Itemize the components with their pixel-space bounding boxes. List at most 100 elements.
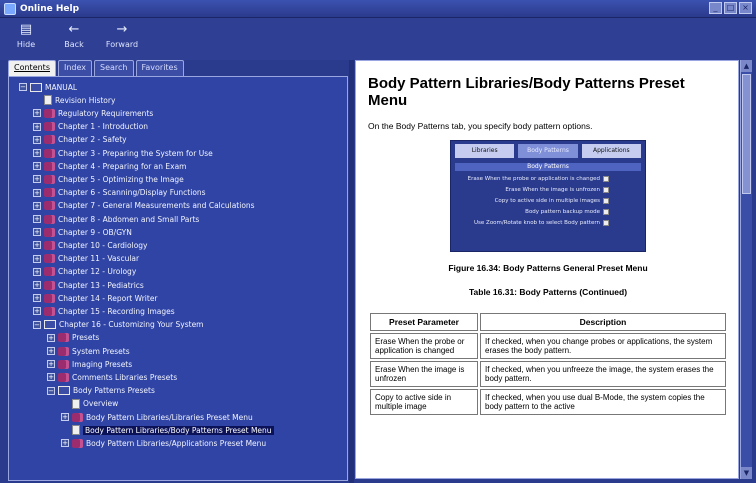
expand-icon[interactable]: + <box>61 439 69 448</box>
book-icon <box>44 280 55 290</box>
expand-icon[interactable]: + <box>33 294 41 303</box>
tree-item[interactable]: + Chapter 4 - Preparing for an Exam <box>33 160 186 172</box>
tab-search[interactable]: Search <box>94 60 134 76</box>
tree-item[interactable]: + Chapter 13 - Pediatrics <box>33 279 144 291</box>
collapse-icon[interactable]: − <box>19 83 27 91</box>
book-icon <box>44 188 55 198</box>
tree-item[interactable]: − Body Patterns Presets <box>47 385 155 397</box>
tree-item[interactable]: + Chapter 2 - Safety <box>33 134 127 146</box>
tree-item[interactable]: + Body Pattern Libraries/Libraries Preset… <box>61 411 253 423</box>
tree-item[interactable]: + Chapter 7 - General Measurements and Ca… <box>33 200 255 212</box>
figure-row: Use Zoom/Rotate knob to select Body patt… <box>451 217 645 228</box>
table-row: Erase When the image is unfrozen If chec… <box>370 361 726 387</box>
expand-icon[interactable]: + <box>33 149 41 157</box>
column-header: Preset Parameter <box>370 313 478 331</box>
tree-item[interactable]: + Chapter 12 - Urology <box>33 266 136 278</box>
expand-icon[interactable]: + <box>33 228 41 237</box>
close-button[interactable]: × <box>739 2 752 14</box>
tree-item[interactable]: + System Presets <box>47 345 130 357</box>
tree-item[interactable]: − Chapter 16 - Customizing Your System <box>33 319 204 331</box>
scroll-up-icon[interactable]: ▲ <box>741 60 752 72</box>
expand-icon[interactable]: + <box>33 201 41 210</box>
forward-button[interactable]: → Forward <box>104 22 140 49</box>
back-button[interactable]: ← Back <box>56 22 92 49</box>
book-icon <box>72 438 83 448</box>
expand-icon[interactable]: + <box>33 188 41 197</box>
expand-icon[interactable]: + <box>33 109 41 118</box>
tree-item-label: Body Pattern Libraries/Body Patterns Pre… <box>83 425 274 435</box>
tree-item[interactable]: + Chapter 5 - Optimizing the Image <box>33 173 184 185</box>
tree-item[interactable]: + Regulatory Requirements <box>33 107 153 119</box>
tree-item[interactable]: + Imaging Presets <box>47 358 132 370</box>
figure-tab-body-patterns: Body Patterns <box>518 144 578 158</box>
book-icon <box>44 148 55 158</box>
tree-item-label: Chapter 10 - Cardiology <box>58 240 148 250</box>
tree-item[interactable]: + Chapter 1 - Introduction <box>33 121 148 133</box>
figure-caption: Figure 16.34: Body Patterns General Pres… <box>448 263 648 273</box>
tab-index[interactable]: Index <box>57 60 93 76</box>
tree-item[interactable]: + Chapter 10 - Cardiology <box>33 239 147 251</box>
expand-icon[interactable]: + <box>61 413 69 421</box>
figure-row: Copy to active side in multiple images <box>451 195 645 206</box>
tree-item[interactable]: + Chapter 15 - Recording Images <box>33 305 175 317</box>
expand-icon[interactable]: + <box>47 347 55 355</box>
tree-item-label: Chapter 6 - Scanning/Display Functions <box>58 188 206 198</box>
checkbox-icon <box>603 175 609 182</box>
parameters-table: Preset Parameter Description Erase When … <box>368 311 728 417</box>
scroll-thumb[interactable] <box>742 74 751 194</box>
expand-icon[interactable]: + <box>33 241 41 250</box>
expand-icon[interactable]: + <box>33 267 41 276</box>
scroll-down-icon[interactable]: ▼ <box>741 467 752 479</box>
tree-item[interactable]: + Chapter 8 - Abdomen and Small Parts <box>33 213 199 225</box>
book-icon <box>44 267 55 277</box>
tree-item[interactable]: Body Pattern Libraries/Body Patterns Pre… <box>61 424 274 436</box>
collapse-icon[interactable]: − <box>33 320 41 329</box>
minimize-button[interactable]: _ <box>709 2 722 14</box>
tree-item[interactable]: − MANUAL <box>19 81 77 93</box>
tree-item[interactable]: + Chapter 11 - Vascular <box>33 253 139 265</box>
tree-item[interactable]: + Chapter 3 - Preparing the System for Us… <box>33 147 213 159</box>
tree-item-label: Chapter 11 - Vascular <box>58 254 140 264</box>
page-icon <box>72 425 80 436</box>
tree-item-label: Body Pattern Libraries/Applications Pres… <box>86 438 267 448</box>
expand-icon[interactable]: + <box>47 333 55 342</box>
tree-item[interactable]: + Chapter 9 - OB/GYN <box>33 226 132 238</box>
expand-icon[interactable]: + <box>33 122 41 131</box>
param-cell: Erase When the probe or application is c… <box>370 333 478 359</box>
expand-icon[interactable]: + <box>33 215 41 223</box>
tree-item[interactable]: + Body Pattern Libraries/Applications Pre… <box>61 437 266 449</box>
figure-tab-libraries: Libraries <box>455 144 515 158</box>
figure-row-label: Erase When the probe or application is c… <box>467 175 600 182</box>
app-icon <box>4 2 16 15</box>
tree-item[interactable]: + Chapter 6 - Scanning/Display Functions <box>33 187 206 199</box>
maximize-button[interactable]: □ <box>724 2 737 14</box>
expand-icon[interactable]: + <box>47 360 55 369</box>
hide-button[interactable]: ▤ Hide <box>8 22 44 49</box>
tab-contents[interactable]: Contents <box>8 60 56 76</box>
table-row: Copy to active side in multiple image If… <box>370 389 726 415</box>
book-icon <box>44 306 55 316</box>
figure-row: Erase When the probe or application is c… <box>451 173 645 184</box>
expand-icon[interactable]: + <box>33 307 41 316</box>
collapse-icon[interactable]: − <box>47 386 55 395</box>
forward-label: Forward <box>105 40 139 49</box>
tree-item[interactable]: + Chapter 14 - Report Writer <box>33 292 158 304</box>
tree-item[interactable]: Overview <box>61 398 118 410</box>
expand-icon[interactable]: + <box>33 162 41 171</box>
tree-item-label: MANUAL <box>45 82 78 92</box>
expand-icon[interactable]: + <box>33 254 41 263</box>
tree-item[interactable]: + Comments Libraries Presets <box>47 371 177 383</box>
tree-item-label: Chapter 2 - Safety <box>58 135 127 145</box>
tree-item[interactable]: + Presets <box>47 332 99 344</box>
expand-icon[interactable]: + <box>33 175 41 184</box>
open-book-icon <box>58 386 70 396</box>
tree-item[interactable]: Revision History <box>33 94 115 106</box>
pane-splitter[interactable] <box>349 60 354 483</box>
expand-icon[interactable]: + <box>33 281 41 289</box>
vertical-scrollbar[interactable]: ▲ ▼ <box>740 60 752 479</box>
tree-item-label: Chapter 12 - Urology <box>58 267 137 277</box>
expand-icon[interactable]: + <box>47 373 55 382</box>
tab-favorites[interactable]: Favorites <box>135 60 184 76</box>
book-icon <box>44 201 55 211</box>
expand-icon[interactable]: + <box>33 135 41 144</box>
